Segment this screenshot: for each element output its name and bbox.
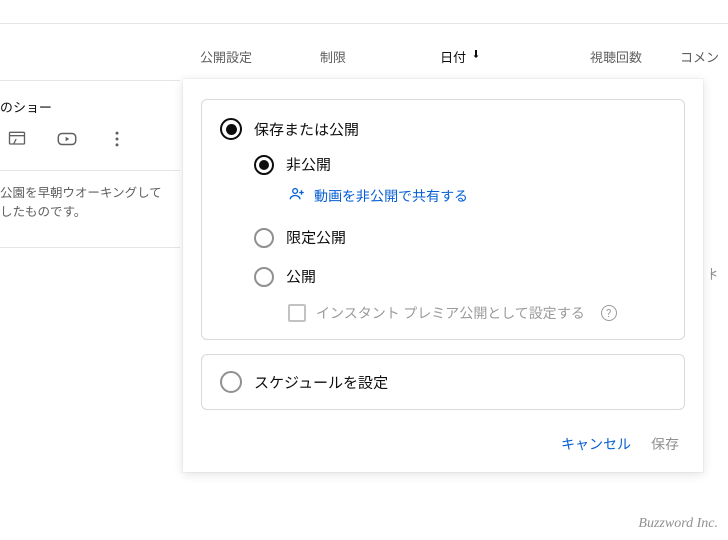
- sort-down-arrow-icon: [470, 48, 482, 64]
- schedule-card[interactable]: スケジュールを設定: [201, 354, 685, 410]
- person-add-icon: [288, 185, 306, 207]
- radio-unselected-icon: [254, 267, 274, 287]
- radio-selected-icon: [220, 118, 242, 140]
- share-private-link[interactable]: 動画を非公開で共有する: [288, 185, 666, 207]
- private-label: 非公開: [286, 154, 331, 175]
- video-description: 公園を早朝ウオーキングして したものです。: [0, 171, 180, 223]
- checkbox-unchecked-icon: [288, 304, 306, 322]
- column-header-views[interactable]: 視聴回数: [590, 47, 680, 66]
- save-or-publish-label: 保存または公開: [254, 119, 359, 140]
- column-header-visibility[interactable]: 公開設定: [200, 47, 320, 66]
- help-icon[interactable]: ?: [601, 305, 617, 321]
- column-header-date-label: 日付: [440, 47, 466, 66]
- radio-selected-icon: [254, 155, 274, 175]
- column-header-restriction[interactable]: 制限: [320, 47, 440, 66]
- radio-unselected-icon: [254, 228, 274, 248]
- more-options-icon[interactable]: [106, 128, 128, 150]
- schedule-radio[interactable]: スケジュールを設定: [220, 371, 666, 393]
- first-page-icon[interactable]: |<: [702, 262, 722, 286]
- column-header-comments[interactable]: コメン: [680, 47, 719, 66]
- analytics-icon[interactable]: [6, 128, 28, 150]
- instant-premiere-checkbox-row: インスタント プレミア公開として設定する ?: [288, 303, 666, 323]
- instant-premiere-label: インスタント プレミア公開として設定する: [316, 303, 585, 323]
- cancel-button[interactable]: キャンセル: [561, 434, 631, 454]
- private-radio[interactable]: 非公開: [254, 154, 666, 175]
- save-button[interactable]: 保存: [651, 434, 679, 454]
- video-row-partial: のショー 公園を早朝ウオーキングして したものです。: [0, 80, 180, 248]
- unlisted-radio[interactable]: 限定公開: [254, 227, 666, 248]
- schedule-label: スケジュールを設定: [254, 372, 388, 393]
- radio-unselected-icon: [220, 371, 242, 393]
- column-header-date[interactable]: 日付: [440, 47, 590, 66]
- save-or-publish-card: 保存または公開 非公開 動画を非公開で共有する 限定公開: [201, 99, 685, 340]
- public-radio[interactable]: 公開: [254, 266, 666, 287]
- youtube-play-icon[interactable]: [56, 128, 78, 150]
- table-column-headers: 公開設定 制限 日付 視聴回数 コメン: [0, 40, 728, 72]
- save-or-publish-radio[interactable]: 保存または公開: [220, 118, 666, 140]
- popover-actions: キャンセル 保存: [201, 424, 685, 458]
- video-title: のショー: [0, 81, 180, 128]
- unlisted-label: 限定公開: [286, 227, 346, 248]
- public-label: 公開: [286, 266, 316, 287]
- share-private-label: 動画を非公開で共有する: [314, 186, 468, 206]
- watermark: Buzzword Inc.: [638, 516, 718, 532]
- visibility-popover: 保存または公開 非公開 動画を非公開で共有する 限定公開: [183, 79, 703, 472]
- top-divider: [0, 0, 728, 24]
